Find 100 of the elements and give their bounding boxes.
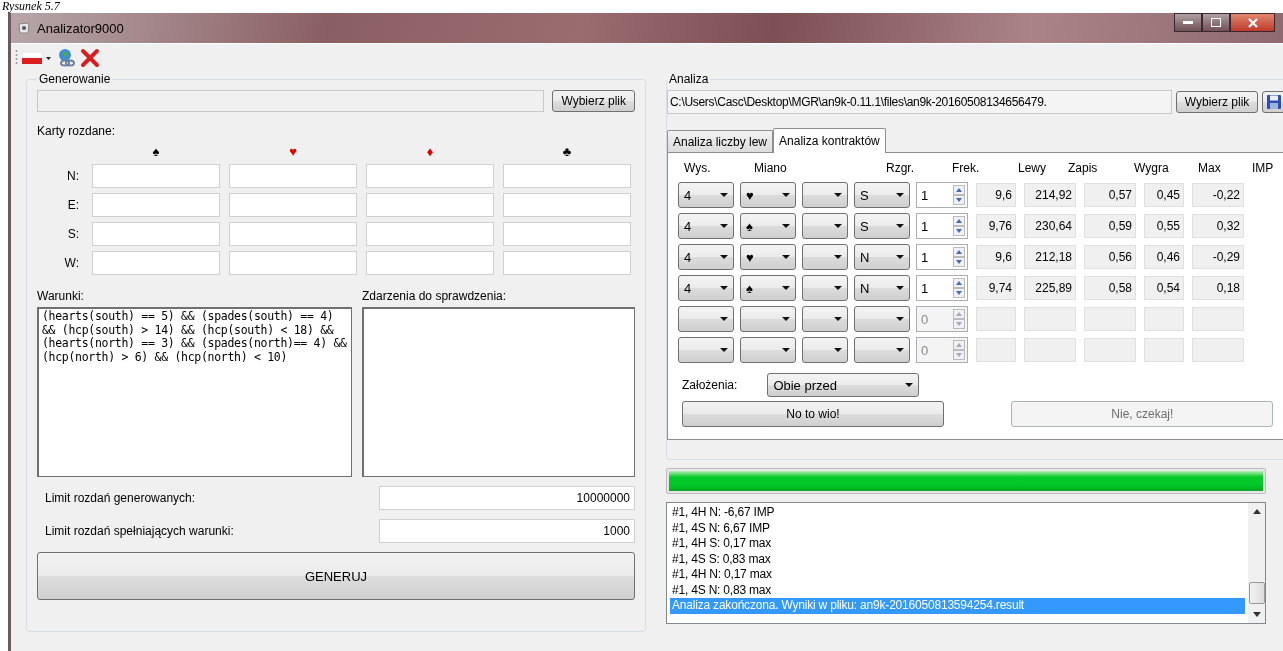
- flag-dropdown-button[interactable]: [22, 50, 52, 66]
- log-entry[interactable]: #1, 4S S: 0,83 max: [670, 551, 1245, 567]
- cards-field[interactable]: [366, 251, 494, 275]
- level-dropdown[interactable]: 4: [678, 275, 734, 301]
- caret-icon: [834, 286, 842, 290]
- log-entry[interactable]: #1, 4H N: 0,17 max: [670, 567, 1245, 583]
- choose-file-button[interactable]: Wybierz plik: [1175, 91, 1259, 113]
- declarer-dropdown[interactable]: N: [854, 275, 910, 301]
- close-button[interactable]: [1230, 13, 1275, 32]
- limit-field[interactable]: 10000000: [379, 486, 635, 510]
- group-title: Analiza: [668, 72, 710, 86]
- frequency-spinner[interactable]: 1: [916, 182, 968, 208]
- cards-field[interactable]: [92, 251, 220, 275]
- file-path-field[interactable]: [37, 90, 545, 112]
- dropdown[interactable]: [802, 182, 848, 208]
- result-field: 0,54: [1144, 276, 1184, 300]
- events-textarea[interactable]: [362, 307, 635, 477]
- denomination-dropdown[interactable]: ♥: [740, 182, 796, 208]
- cards-field[interactable]: [229, 251, 357, 275]
- frequency-spinner[interactable]: 1: [916, 275, 968, 301]
- cards-field[interactable]: [92, 193, 220, 217]
- frequency-spinner[interactable]: 1: [916, 244, 968, 270]
- denomination-dropdown[interactable]: ♠: [740, 213, 796, 239]
- declarer-dropdown[interactable]: S: [854, 213, 910, 239]
- caret-icon: [782, 286, 790, 290]
- choose-file-button[interactable]: Wybierz plik: [552, 90, 635, 112]
- log-entry[interactable]: #1, 4H S: 0,17 max: [670, 536, 1245, 552]
- column-header: Wygra: [1134, 161, 1170, 175]
- file-path-field[interactable]: C:\Users\Casc\Desktop\MGR\an9k-0.11.1\files\an9k-20160508134656479.: [667, 90, 1172, 114]
- player-label: S:: [66, 227, 80, 241]
- scroll-down-icon[interactable]: [1252, 612, 1261, 617]
- result-field: 0,55: [1144, 214, 1184, 238]
- result-field: -0,22: [1192, 183, 1244, 207]
- spinner-arrows-icon: [953, 278, 965, 298]
- column-header: IMP: [1252, 161, 1274, 175]
- result-field: 9,74: [976, 276, 1016, 300]
- level-dropdown[interactable]: [678, 306, 734, 332]
- log-list[interactable]: #1, 4H N: -6,67 IMP #1, 4S N: 6,67 IMP #1, 4H S: 0,17 max #1, 4S S: 0,83 max #1, 4H N: 0,17 max #1, 4S N: 0,83 max Analiza zakończona. Wyniki w pliku: an9k-2016050813594254.result: [666, 502, 1266, 624]
- cards-field[interactable]: [229, 222, 357, 246]
- conditions-textarea[interactable]: (hearts(south) == 5) && (spades(south) == 4) && (hcp(south) > 14) && (hcp(south) < 18) && (hearts(north) == 3) && (spades(north)== 4) && (hcp(north) > 6) && (hcp(north) < 10): [37, 307, 352, 477]
- assumptions-dropdown[interactable]: Obie przed: [767, 373, 920, 397]
- declarer-dropdown[interactable]: [854, 306, 910, 332]
- log-entry[interactable]: #1, 4H N: -6,67 IMP: [670, 505, 1245, 521]
- cards-field[interactable]: [503, 251, 631, 275]
- suit-symbol: ♣: [562, 144, 572, 159]
- dropdown[interactable]: [802, 275, 848, 301]
- limit-field[interactable]: 1000: [379, 519, 635, 543]
- cards-field[interactable]: [366, 164, 494, 188]
- result-field: [976, 307, 1016, 331]
- run-button[interactable]: No to wio!: [682, 401, 944, 427]
- level-dropdown[interactable]: 4: [678, 213, 734, 239]
- minimize-button[interactable]: [1174, 13, 1202, 32]
- result-field: [1192, 307, 1244, 331]
- result-field: [1144, 307, 1184, 331]
- dropdown[interactable]: [802, 244, 848, 270]
- caret-icon: [896, 286, 904, 290]
- level-dropdown[interactable]: [678, 337, 734, 363]
- result-field: [976, 338, 1016, 362]
- denomination-dropdown[interactable]: ♥: [740, 244, 796, 270]
- level-dropdown[interactable]: 4: [678, 244, 734, 270]
- maximize-button[interactable]: [1202, 13, 1230, 32]
- denomination-dropdown[interactable]: [740, 306, 796, 332]
- denomination-dropdown[interactable]: ♠: [740, 275, 796, 301]
- cards-label: Karty rozdane:: [37, 124, 117, 138]
- cards-field[interactable]: [503, 164, 631, 188]
- save-icon[interactable]: [1262, 91, 1283, 113]
- suit-symbol: ♥: [289, 144, 297, 159]
- cards-field[interactable]: [229, 164, 357, 188]
- log-entry[interactable]: #1, 4S N: 6,67 IMP: [670, 520, 1245, 536]
- result-field: [1084, 307, 1136, 331]
- cards-field[interactable]: [503, 222, 631, 246]
- cards-field[interactable]: [229, 193, 357, 217]
- cards-field[interactable]: [366, 193, 494, 217]
- denomination-dropdown[interactable]: [740, 337, 796, 363]
- declarer-dropdown[interactable]: [854, 337, 910, 363]
- figure-caption: Rysunek 5.7: [1, 0, 61, 13]
- column-header: Wys.: [684, 161, 712, 175]
- result-field: 0,18: [1192, 276, 1244, 300]
- tab[interactable]: Analiza kontraktów: [773, 128, 886, 153]
- toolbar-grip-icon: [15, 49, 18, 67]
- frequency-spinner[interactable]: 1: [916, 213, 968, 239]
- scroll-up-icon[interactable]: [1252, 509, 1261, 514]
- globe-link-icon[interactable]: [56, 48, 76, 68]
- level-dropdown[interactable]: 4: [678, 182, 734, 208]
- dropdown[interactable]: [802, 337, 848, 363]
- scrollbar[interactable]: [1248, 503, 1265, 623]
- declarer-dropdown[interactable]: S: [854, 182, 910, 208]
- cards-field[interactable]: [92, 222, 220, 246]
- close-icon[interactable]: [80, 48, 100, 68]
- cards-field[interactable]: [366, 222, 494, 246]
- scroll-thumb[interactable]: [1248, 582, 1265, 604]
- tab[interactable]: Analiza liczby lew: [667, 130, 774, 152]
- dropdown[interactable]: [802, 306, 848, 332]
- generate-button[interactable]: GENERUJ: [37, 552, 635, 600]
- cards-field[interactable]: [92, 164, 220, 188]
- log-entry[interactable]: #1, 4S N: 0,83 max: [670, 582, 1245, 598]
- result-field: 0,46: [1144, 245, 1184, 269]
- declarer-dropdown[interactable]: N: [854, 244, 910, 270]
- dropdown[interactable]: [802, 213, 848, 239]
- cards-field[interactable]: [503, 193, 631, 217]
